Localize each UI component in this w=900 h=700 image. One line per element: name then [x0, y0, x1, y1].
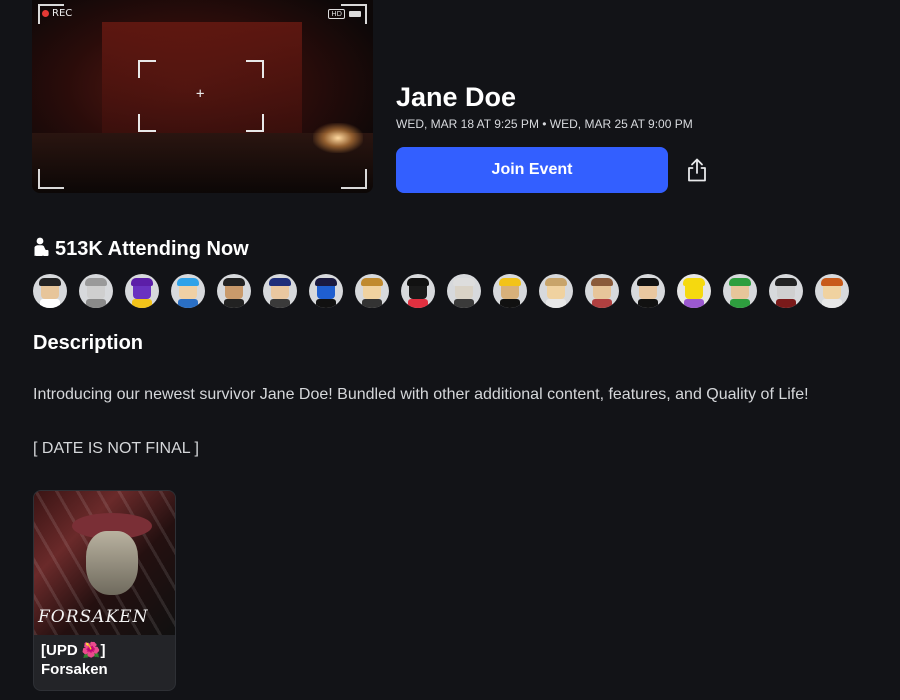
record-dot-icon — [42, 10, 49, 17]
attendee-avatar[interactable] — [401, 274, 435, 308]
avatar-hair — [683, 278, 705, 286]
attendee-avatar[interactable] — [539, 274, 573, 308]
attendee-avatar[interactable] — [217, 274, 251, 308]
avatar-hair — [821, 278, 843, 286]
avatar-body — [86, 299, 106, 308]
avatar-body — [638, 299, 658, 308]
avatar-body — [316, 299, 336, 308]
attendee-avatar[interactable] — [79, 274, 113, 308]
attendee-avatars — [33, 274, 849, 308]
attendee-avatar[interactable] — [493, 274, 527, 308]
avatar-hair — [131, 278, 153, 286]
share-icon[interactable] — [684, 156, 710, 184]
focus-bracket — [246, 114, 264, 132]
focus-bracket — [138, 114, 156, 132]
avatar-hair — [407, 278, 429, 286]
game-title-line2: Forsaken — [41, 661, 108, 678]
avatar-body — [684, 299, 704, 308]
attendee-avatar[interactable] — [263, 274, 297, 308]
event-dates: WED, MAR 18 AT 9:25 PM • WED, MAR 25 AT … — [396, 117, 693, 131]
attending-label: 513K Attending Now — [55, 237, 249, 260]
hd-badge: HD — [328, 9, 345, 19]
attendee-avatar[interactable] — [309, 274, 343, 308]
description-note: [ DATE IS NOT FINAL ] — [33, 440, 199, 457]
avatar-hair — [591, 278, 613, 286]
avatar-body — [500, 299, 520, 308]
attendee-avatar[interactable] — [723, 274, 757, 308]
avatar-hair — [729, 278, 751, 286]
attendee-avatar[interactable] — [769, 274, 803, 308]
avatar-body — [822, 299, 842, 308]
avatar-hair — [315, 278, 337, 286]
avatar-body — [224, 299, 244, 308]
avatar-hair — [223, 278, 245, 286]
rec-label: REC — [52, 8, 73, 19]
attendee-avatar[interactable] — [355, 274, 389, 308]
thumbnail-light — [313, 123, 363, 153]
focus-bracket — [138, 60, 156, 78]
attendee-avatar[interactable] — [33, 274, 67, 308]
avatar-body — [546, 299, 566, 308]
description-heading: Description — [33, 332, 144, 354]
avatar-hair — [453, 278, 475, 286]
avatar-hair — [545, 278, 567, 286]
attending-count: 513K Attending Now — [33, 237, 249, 261]
attendee-avatar[interactable] — [677, 274, 711, 308]
avatar-hair — [361, 278, 383, 286]
avatar-body — [454, 299, 474, 308]
avatar-body — [40, 299, 60, 308]
avatar-hair — [637, 278, 659, 286]
rec-indicator: REC — [42, 8, 72, 19]
event-title: Jane Doe — [396, 82, 517, 112]
avatar-hair — [269, 278, 291, 286]
attendee-avatar[interactable] — [585, 274, 619, 308]
attendee-avatar[interactable] — [815, 274, 849, 308]
thumbnail-wall — [102, 22, 302, 142]
avatar-body — [270, 299, 290, 308]
avatar-body — [132, 299, 152, 308]
avatar-body — [178, 299, 198, 308]
game-logo: FORSAKEN — [38, 607, 149, 627]
avatar-hair — [775, 278, 797, 286]
person-icon — [33, 237, 49, 261]
avatar-hair — [39, 278, 61, 286]
game-title: [UPD 🌺] Forsaken — [34, 635, 175, 685]
character-face — [86, 531, 138, 595]
attendee-avatar[interactable] — [631, 274, 665, 308]
avatar-hair — [177, 278, 199, 286]
avatar-body — [592, 299, 612, 308]
crosshair-icon: + — [196, 86, 205, 102]
avatar-body — [408, 299, 428, 308]
join-event-button[interactable]: Join Event — [396, 147, 668, 193]
avatar-body — [776, 299, 796, 308]
battery-icon — [349, 11, 361, 17]
attendee-avatar[interactable] — [125, 274, 159, 308]
description-text: Introducing our newest survivor Jane Doe… — [33, 386, 809, 403]
viewfinder-corner — [38, 169, 64, 189]
game-thumbnail: FORSAKEN — [34, 491, 175, 635]
game-card[interactable]: FORSAKEN [UPD 🌺] Forsaken — [33, 490, 176, 691]
avatar-hair — [85, 278, 107, 286]
event-page: + REC HD Jane Doe WED, MAR 18 AT 9:25 PM… — [0, 0, 900, 700]
attendee-avatar[interactable] — [447, 274, 481, 308]
camera-hud: HD — [328, 9, 361, 19]
event-thumbnail: + REC HD — [32, 0, 373, 193]
viewfinder-corner — [341, 169, 367, 189]
game-title-line1: [UPD 🌺] — [41, 642, 106, 659]
attendee-avatar[interactable] — [171, 274, 205, 308]
avatar-body — [730, 299, 750, 308]
avatar-body — [362, 299, 382, 308]
avatar-hair — [499, 278, 521, 286]
focus-bracket — [246, 60, 264, 78]
